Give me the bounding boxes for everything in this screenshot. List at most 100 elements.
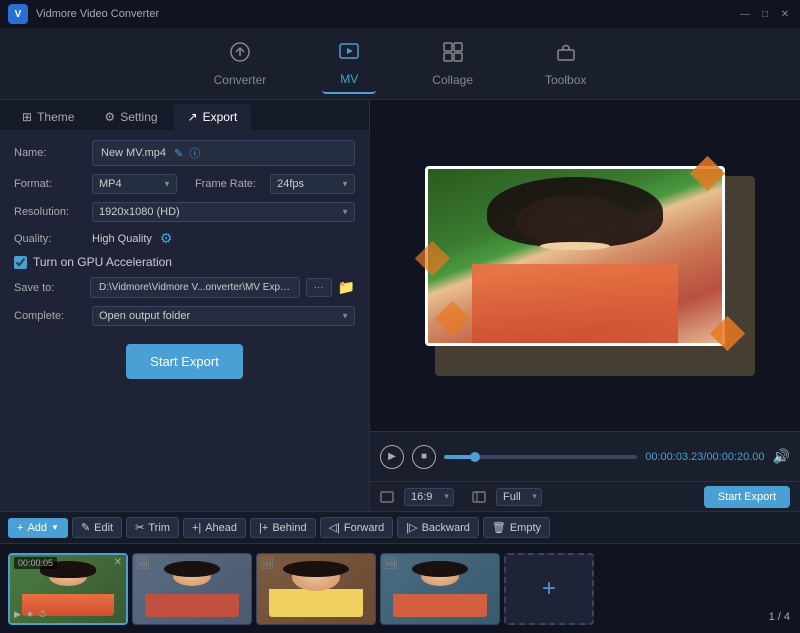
timeline-item-3[interactable]: 🖼 [256,553,376,625]
forward-button[interactable]: ◁| Forward [320,517,394,538]
panel-tabs: ⊞ Theme ⚙ Setting ↗ Export [0,100,369,130]
image-icon-4: 🖼 [384,557,398,570]
playback-controls: ▶ ■ 00:00:03.23/00:00:20.00 🔊 [370,431,800,481]
stop-button[interactable]: ■ [412,445,436,469]
frame-rate-label: Frame Rate: [195,178,256,190]
forward-icon: ◁| [329,521,340,534]
edit-button[interactable]: ✎ Edit [72,517,122,538]
right-start-export-button[interactable]: Start Export [704,486,790,508]
save-path: D:\Vidmore\Vidmore V...onverter\MV Expor… [90,277,300,298]
empty-button[interactable]: 🗑 Empty [483,517,550,538]
format-label: Format: [14,178,84,190]
bottom-toolbar: + Add ▼ ✎ Edit ✂ Trim +| Ahead |+ Behind… [0,511,800,543]
timeline-time-1: 00:00:05 [18,558,53,568]
app-logo: V [8,4,28,24]
add-item-icon: + [542,575,556,603]
complete-select[interactable]: Open output folder [92,306,355,326]
timeline-clock-icon[interactable]: ⏱ [39,609,46,620]
add-button[interactable]: + Add ▼ [8,518,68,538]
photo-frame [425,166,745,366]
timeline-add-button[interactable]: + [504,553,594,625]
info-icon[interactable]: ⓘ [189,145,200,161]
minimize-button[interactable]: — [738,7,752,21]
page-indicator: 1 / 4 [769,611,790,623]
backward-button[interactable]: |▷ Backward [397,517,479,538]
progress-thumb [470,452,480,462]
aspect-select-wrapper: 16:9 [404,488,454,506]
folder-icon[interactable]: 📁 [338,279,355,296]
converter-icon [229,41,251,69]
quality-row: Quality: High Quality ⚙ [14,230,355,247]
nav-collage[interactable]: Collage [416,35,489,93]
timeline-play-icon[interactable]: ▶ [14,609,21,620]
aspect-select[interactable]: 16:9 [404,488,454,506]
timeline: 00:00:05 ✕ ▶ ★ ⏱ 🖼 🖼 [0,543,800,633]
left-panel: ⊞ Theme ⚙ Setting ↗ Export Name: New MV.… [0,100,370,511]
window-controls[interactable]: — □ ✕ [738,7,792,21]
collage-icon [442,41,464,69]
progress-bar[interactable] [444,455,637,459]
timeline-item-4[interactable]: 🖼 [380,553,500,625]
thumbnail-4 [381,554,499,624]
image-icon-2: 🖼 [136,557,150,570]
add-icon: + [17,522,23,534]
resolution-select[interactable]: 1920x1080 (HD) [92,202,355,222]
nav-converter[interactable]: Converter [198,35,283,93]
gpu-acceleration-checkbox[interactable] [14,256,27,269]
start-export-button[interactable]: Start Export [126,344,243,379]
browse-button[interactable]: ··· [306,278,332,297]
quality-label: Quality: [14,233,84,245]
save-to-row: Save to: D:\Vidmore\Vidmore V...onverter… [14,277,355,298]
theme-icon: ⊞ [22,110,32,124]
ahead-icon: +| [192,522,201,534]
gpu-acceleration-label: Turn on GPU Acceleration [33,255,172,269]
quality-icon [472,490,486,504]
edit-icon: ✎ [81,521,90,534]
name-row: Name: New MV.mp4 ✎ ⓘ [14,140,355,166]
volume-icon[interactable]: 🔊 [773,448,790,465]
tab-setting[interactable]: ⚙ Setting [90,104,171,130]
tab-export[interactable]: ↗ Export [174,104,252,130]
format-framerate-row: Format: MP4 Frame Rate: 24fps [14,174,355,194]
main-layout: ⊞ Theme ⚙ Setting ↗ Export Name: New MV.… [0,100,800,511]
timeline-star-icon[interactable]: ★ [26,609,34,620]
edit-icon[interactable]: ✎ [174,147,183,160]
timeline-item-2[interactable]: 🖼 [132,553,252,625]
app-title: Vidmore Video Converter [36,8,730,20]
resolution-label: Resolution: [14,206,84,218]
toolbox-icon [555,41,577,69]
maximize-button[interactable]: □ [758,7,772,21]
converter-label: Converter [214,73,267,87]
play-button[interactable]: ▶ [380,445,404,469]
close-button[interactable]: ✕ [778,7,792,21]
mv-icon [338,40,360,68]
complete-label: Complete: [14,310,84,322]
format-select[interactable]: MP4 [92,174,177,194]
backward-icon: |▷ [406,521,417,534]
export-icon: ↗ [188,110,198,124]
timeline-close-1[interactable]: ✕ [114,557,122,568]
quality-gear-icon[interactable]: ⚙ [160,230,173,247]
empty-icon: 🗑 [492,521,506,534]
name-field[interactable]: New MV.mp4 ✎ ⓘ [92,140,355,166]
ahead-button[interactable]: +| Ahead [183,518,246,538]
nav-toolbox[interactable]: Toolbox [529,35,602,93]
complete-row: Complete: Open output folder [14,306,355,326]
gpu-acceleration-row: Turn on GPU Acceleration [14,255,355,269]
aspect-row: 16:9 Full Start Export [370,481,800,511]
nav-mv[interactable]: MV [322,34,376,94]
export-form: Name: New MV.mp4 ✎ ⓘ Format: MP4 Frame R… [0,130,369,511]
frame-rate-select[interactable]: 24fps [270,174,355,194]
trim-button[interactable]: ✂ Trim [126,517,179,538]
setting-icon: ⚙ [104,110,115,124]
toolbox-label: Toolbox [545,73,586,87]
aspect-icon [380,490,394,504]
top-nav: Converter MV Collage Toolb [0,28,800,100]
quality-select[interactable]: Full [496,488,542,506]
tab-theme[interactable]: ⊞ Theme [8,104,88,130]
title-bar: V Vidmore Video Converter — □ ✕ [0,0,800,28]
behind-icon: |+ [259,522,268,534]
quality-select-wrapper: Full [496,488,542,506]
timeline-item-1[interactable]: 00:00:05 ✕ ▶ ★ ⏱ [8,553,128,625]
behind-button[interactable]: |+ Behind [250,518,316,538]
